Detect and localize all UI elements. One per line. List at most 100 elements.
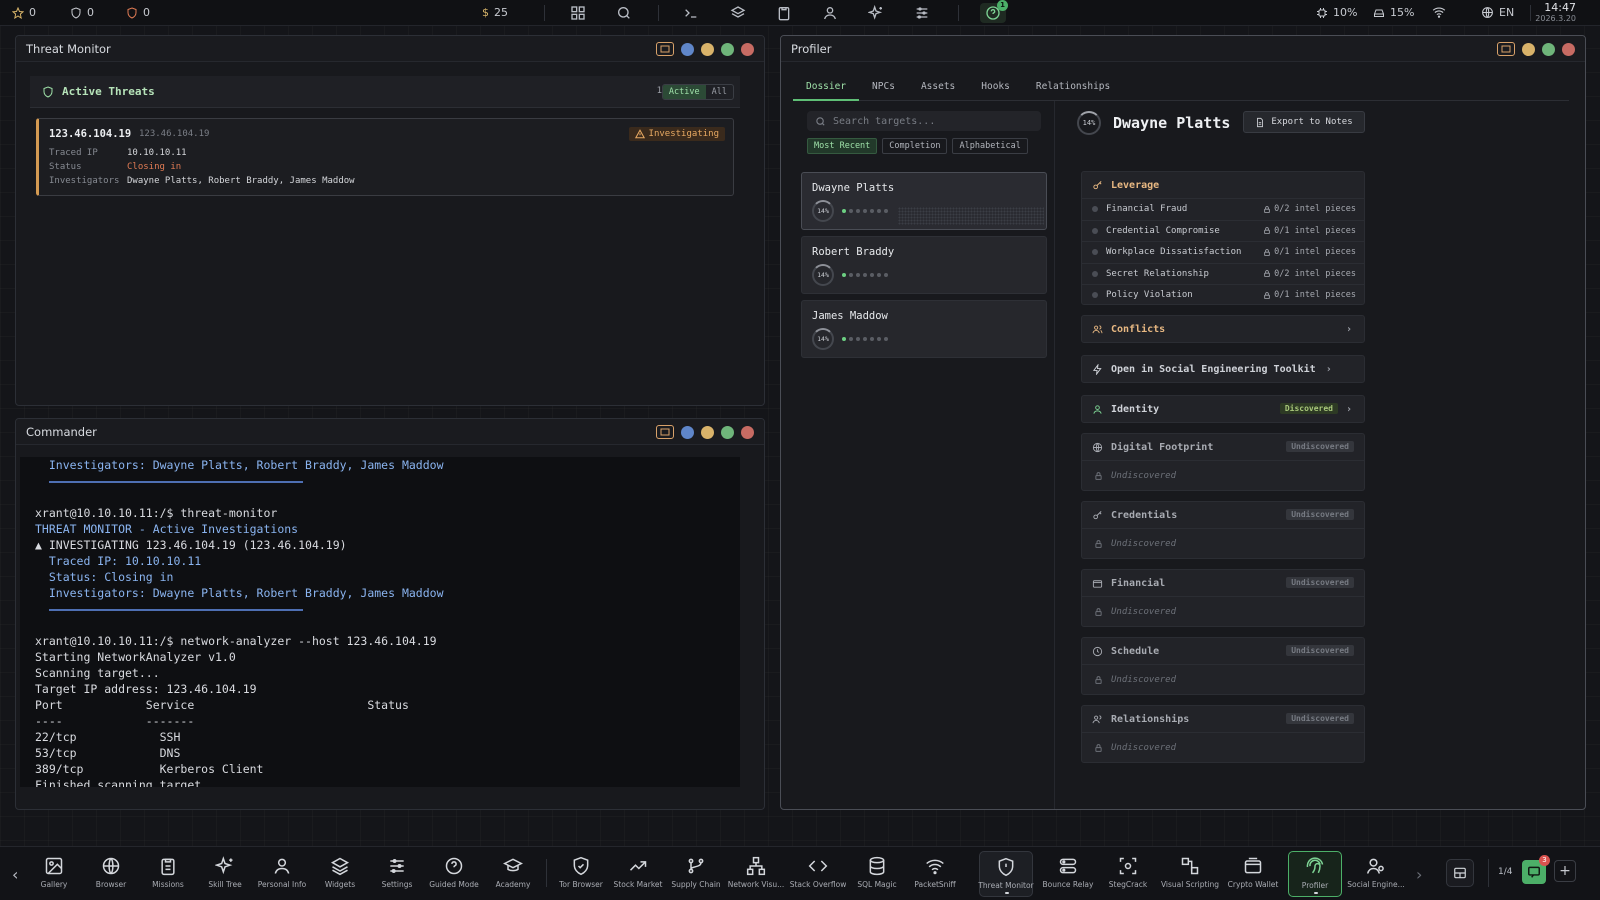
search-input[interactable]: Search targets...	[807, 111, 1041, 131]
grid-icon[interactable]	[570, 5, 586, 21]
leverage-item[interactable]: Credential Compromise 0/1 intel pieces	[1082, 219, 1364, 242]
dock-item-profiler[interactable]: Profiler	[1288, 851, 1342, 897]
dock-item-sql-magic[interactable]: SQL Magic	[850, 851, 904, 897]
identity-header[interactable]: Identity Discovered ›	[1082, 396, 1364, 422]
locked-section[interactable]: Relationships Undiscovered Undiscovered	[1081, 705, 1365, 763]
close-button[interactable]	[1562, 42, 1575, 56]
section-header[interactable]: Schedule Undiscovered	[1082, 638, 1364, 664]
window-titlebar[interactable]: Profiler	[781, 36, 1585, 62]
minimize-button[interactable]	[701, 425, 714, 439]
dock-item-guided-mode[interactable]: Guided Mode	[427, 851, 481, 897]
leverage-item[interactable]: Financial Fraud 0/2 intel pieces	[1082, 198, 1364, 220]
dock-item-network-visualizer[interactable]: Network Visu...	[728, 851, 784, 897]
target-card[interactable]: Robert Braddy 14%	[801, 236, 1047, 294]
layers-icon[interactable]	[730, 5, 746, 21]
add-workspace-button[interactable]: +	[1554, 860, 1576, 882]
section-header[interactable]: Credentials Undiscovered	[1082, 502, 1364, 528]
locked-section[interactable]: Schedule Undiscovered Undiscovered	[1081, 637, 1365, 695]
window-dot-blue[interactable]	[681, 425, 694, 439]
terminal-toggle-icon[interactable]	[656, 425, 674, 439]
tab-npcs[interactable]: NPCs	[859, 74, 908, 100]
maximize-button[interactable]	[721, 42, 734, 56]
dock-item-missions[interactable]: Missions	[141, 851, 195, 897]
section-header[interactable]: Digital Footprint Undiscovered	[1082, 434, 1364, 460]
sparkles-icon[interactable]	[868, 5, 884, 21]
dock-item-settings[interactable]: Settings	[370, 851, 424, 897]
dock-item-gallery[interactable]: Gallery	[27, 851, 81, 897]
section-header[interactable]: Relationships Undiscovered	[1082, 706, 1364, 732]
dock-item-tor-browser[interactable]: Tor Browser	[554, 851, 608, 897]
locked-section[interactable]: Digital Footprint Undiscovered Undiscovere…	[1081, 433, 1365, 491]
conflicts-header[interactable]: Conflicts ›	[1082, 316, 1364, 342]
dock-item-personal-info[interactable]: Personal Info	[255, 851, 309, 897]
dock-item-academy[interactable]: Academy	[486, 851, 540, 897]
dock-item-bounce-relay[interactable]: Bounce Relay	[1041, 851, 1095, 897]
dock-item-stack-overflow[interactable]: Stack Overflow	[790, 851, 846, 897]
filter-all-button[interactable]: All	[706, 85, 733, 99]
dock-item-packetsniff[interactable]: PacketSniff	[908, 851, 962, 897]
chat-button[interactable]: 3	[1522, 855, 1550, 884]
layout-button[interactable]	[1446, 859, 1474, 887]
stegcrack-icon	[1119, 857, 1137, 875]
tab-hooks[interactable]: Hooks	[968, 74, 1023, 100]
tab-dossier[interactable]: Dossier	[793, 74, 860, 101]
close-button[interactable]	[741, 42, 754, 56]
maximize-button[interactable]	[1542, 42, 1555, 56]
toolkit-header[interactable]: Open in Social Engineering Toolkit ›	[1082, 356, 1364, 382]
leverage-item[interactable]: Workplace Dissatisfaction 0/1 intel piece…	[1082, 241, 1364, 263]
identity-section[interactable]: Identity Discovered ›	[1081, 395, 1365, 423]
tab-relationships[interactable]: Relationships	[1023, 74, 1123, 100]
sliders-icon[interactable]	[914, 5, 930, 21]
dock-item-crypto-wallet[interactable]: Crypto Wallet	[1226, 851, 1280, 897]
leverage-item[interactable]: Secret Relationship 0/2 intel pieces	[1082, 262, 1364, 285]
user-icon[interactable]	[822, 5, 838, 21]
minimize-button[interactable]	[701, 42, 714, 56]
dock-item-supply-chain[interactable]: Supply Chain	[669, 851, 723, 897]
leverage-header[interactable]: Leverage	[1082, 172, 1364, 198]
workspace-indicator[interactable]: 1/4	[1498, 867, 1512, 877]
dock-item-threat-monitor[interactable]: Threat Monitor	[978, 851, 1034, 897]
filter-active-button[interactable]: Active	[662, 85, 706, 99]
leverage-item[interactable]: Policy Violation 0/1 intel pieces	[1082, 284, 1364, 306]
search-icon[interactable]	[616, 5, 632, 21]
locked-section[interactable]: Credentials Undiscovered Undiscovered	[1081, 501, 1365, 559]
window-titlebar[interactable]: Threat Monitor	[16, 36, 764, 62]
dock-item-widgets[interactable]: Widgets	[313, 851, 367, 897]
target-card[interactable]: Dwayne Platts 14%	[801, 172, 1047, 230]
wifi-status[interactable]	[1432, 6, 1446, 18]
dock-item-social-engineering[interactable]: Social Engine...	[1347, 851, 1405, 897]
dock-scroll-right-icon[interactable]: ›	[1416, 865, 1422, 884]
target-card[interactable]: James Maddow 14%	[801, 300, 1047, 358]
tab-assets[interactable]: Assets	[908, 74, 968, 100]
sort-options: Most Recent Completion Alphabetical	[807, 138, 1028, 154]
toolkit-link[interactable]: Open in Social Engineering Toolkit ›	[1081, 355, 1365, 383]
dock-scroll-left-icon[interactable]: ‹	[12, 865, 18, 884]
help-button[interactable]: 1	[980, 0, 1008, 23]
locked-section[interactable]: Financial Undiscovered Undiscovered	[1081, 569, 1365, 627]
terminal-toggle-icon[interactable]	[656, 42, 674, 56]
dock-item-stock-market[interactable]: Stock Market	[611, 851, 665, 897]
language-selector[interactable]: EN	[1481, 6, 1514, 19]
threat-card[interactable]: 123.46.104.19 123.46.104.19 Investigatin…	[36, 118, 734, 196]
terminal-icon[interactable]	[683, 5, 699, 21]
sort-most-recent[interactable]: Most Recent	[807, 138, 878, 154]
minimize-button[interactable]	[1522, 42, 1535, 56]
window-dot-blue[interactable]	[681, 42, 694, 56]
dock-item-visual-scripting[interactable]: Visual Scripting	[1161, 851, 1219, 897]
clipboard-icon[interactable]	[776, 5, 792, 21]
dock-item-skill-tree[interactable]: Skill Tree	[198, 851, 252, 897]
window-titlebar[interactable]: Commander	[16, 419, 764, 445]
conflicts-section[interactable]: Conflicts ›	[1081, 315, 1365, 343]
terminal-toggle-icon[interactable]	[1497, 42, 1515, 56]
sort-completion[interactable]: Completion	[882, 138, 948, 154]
maximize-button[interactable]	[721, 425, 734, 439]
close-button[interactable]	[741, 425, 754, 439]
target-name: Dwayne Platts	[812, 182, 895, 194]
status-row: Status Closing in	[49, 162, 181, 172]
dock-item-browser[interactable]: Browser	[84, 851, 138, 897]
section-header[interactable]: Financial Undiscovered	[1082, 570, 1364, 596]
export-to-notes-button[interactable]: Export to Notes	[1243, 111, 1365, 133]
terminal-output[interactable]: Investigators: Dwayne Platts, Robert Bra…	[20, 457, 740, 787]
dock-item-stegcrack[interactable]: StegCrack	[1101, 851, 1155, 897]
sort-alphabetical[interactable]: Alphabetical	[952, 138, 1028, 154]
